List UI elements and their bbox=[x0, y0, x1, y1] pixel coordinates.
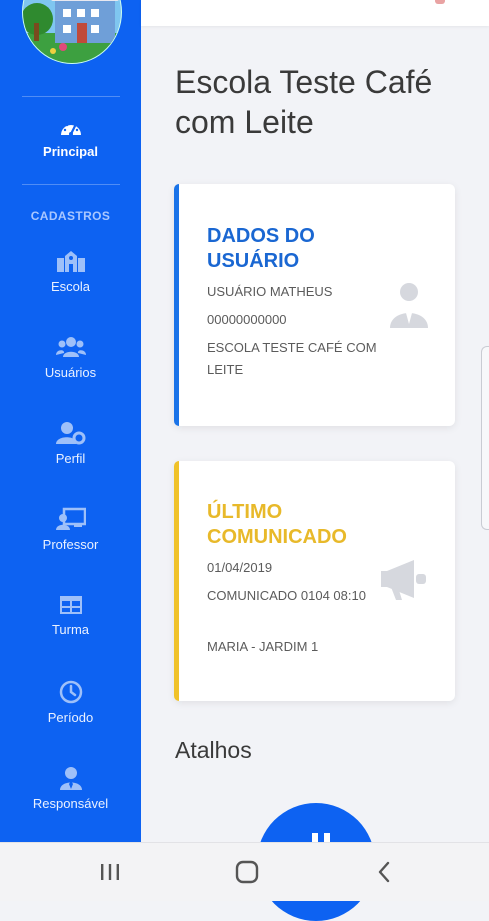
sidebar-item-usuarios[interactable]: Usuários bbox=[0, 335, 141, 380]
sidebar-item-perfil[interactable]: Perfil bbox=[0, 421, 141, 466]
user-data-card[interactable]: DADOS DO USUÁRIO USUÁRIO MATHEUS 0000000… bbox=[174, 184, 455, 426]
sidebar-item-escola[interactable]: Escola bbox=[0, 249, 141, 294]
user-document: 00000000000 bbox=[207, 312, 287, 327]
card-accent-bar bbox=[174, 184, 179, 426]
top-bar bbox=[141, 0, 489, 26]
sidebar-section-title: CADASTROS bbox=[30, 209, 111, 223]
user-tie-icon bbox=[59, 767, 82, 790]
sidebar-item-responsavel[interactable]: Responsável bbox=[0, 766, 141, 811]
sidebar-item-principal[interactable]: Principal bbox=[0, 118, 141, 159]
school-building-icon bbox=[56, 251, 85, 272]
page-title: Escola Teste Café com Leite bbox=[175, 64, 433, 140]
user-school: ESCOLA TESTE CAFÉ COM LEITE bbox=[207, 340, 377, 377]
sidebar-item-label: Escola bbox=[50, 279, 91, 294]
sidebar-item-label: Turma bbox=[51, 622, 90, 637]
last-notice-card[interactable]: ÚLTIMO COMUNICADO 01/04/2019 COMUNICADO … bbox=[174, 461, 455, 701]
user-tie-icon bbox=[390, 283, 428, 328]
recent-apps-button[interactable] bbox=[70, 843, 150, 901]
user-gear-icon bbox=[55, 422, 85, 445]
dashboard-gauge-icon bbox=[60, 121, 81, 136]
sidebar-item-label: Responsável bbox=[32, 796, 109, 811]
card-accent-bar bbox=[174, 461, 179, 701]
recent-apps-icon bbox=[101, 864, 119, 880]
sidebar-item-turma[interactable]: Turma bbox=[0, 594, 141, 637]
back-icon bbox=[378, 861, 390, 883]
sidebar-item-label: Professor bbox=[42, 537, 99, 552]
home-icon bbox=[235, 860, 259, 884]
school-logo bbox=[22, 0, 122, 64]
notice-author: MARIA - JARDIM 1 bbox=[207, 639, 319, 654]
card-title: DADOS DO USUÁRIO bbox=[207, 225, 315, 272]
android-navigation-bar bbox=[0, 842, 489, 901]
shortcuts-title: Atalhos bbox=[175, 737, 252, 763]
megaphone-icon bbox=[381, 560, 426, 600]
clock-icon bbox=[59, 680, 82, 704]
back-button[interactable] bbox=[344, 843, 424, 901]
sidebar-divider bbox=[22, 184, 120, 185]
sidebar-divider bbox=[22, 96, 120, 97]
users-group-icon bbox=[55, 337, 86, 357]
card-title: ÚLTIMO COMUNICADO bbox=[207, 501, 347, 548]
sidebar-item-label: Período bbox=[47, 710, 94, 725]
sidebar-item-professor[interactable]: Professor bbox=[0, 507, 141, 552]
sidebar-item-periodo[interactable]: Período bbox=[0, 680, 141, 725]
sidebar-item-label: Perfil bbox=[55, 451, 86, 466]
notice-subject: COMUNICADO 0104 08:10 bbox=[207, 588, 366, 603]
top-bar-avatar-edge[interactable] bbox=[435, 0, 445, 4]
sidebar-item-label: Principal bbox=[43, 144, 98, 159]
side-drawer-handle[interactable] bbox=[481, 346, 489, 530]
chalkboard-teacher-icon bbox=[55, 507, 86, 530]
user-name: USUÁRIO MATHEUS bbox=[207, 284, 333, 299]
table-grid-icon bbox=[59, 596, 82, 614]
home-button[interactable] bbox=[207, 843, 287, 901]
sidebar-item-label: Usuários bbox=[44, 365, 97, 380]
notice-date: 01/04/2019 bbox=[207, 560, 273, 575]
sidebar: Principal CADASTROS Escola Usuários Perf… bbox=[0, 0, 141, 842]
